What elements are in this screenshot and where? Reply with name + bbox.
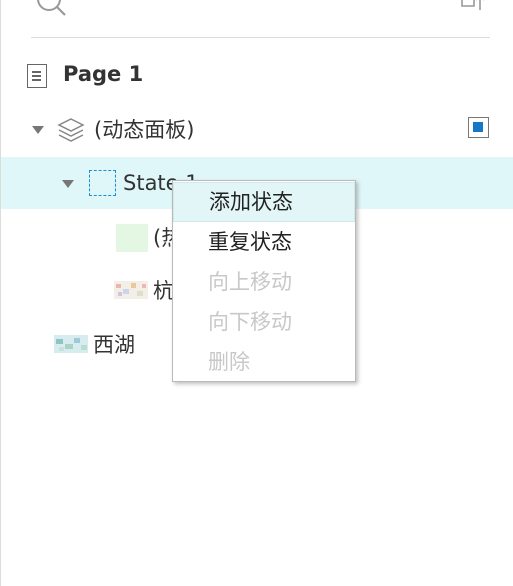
layers-icon (57, 117, 85, 147)
dynamic-panel-label: (动态面板) (94, 118, 195, 142)
sort-icon[interactable] (458, 0, 488, 20)
menu-item-delete[interactable]: 删除 (173, 342, 355, 382)
image-thumbnail-icon (114, 281, 148, 299)
tree-item-dynamic-panel[interactable]: (动态面板) (1, 103, 513, 155)
page-icon (27, 64, 47, 88)
hotspot-icon (116, 224, 148, 252)
menu-item-move-down[interactable]: 向下移动 (173, 302, 355, 342)
menu-item-move-up[interactable]: 向上移动 (173, 262, 355, 302)
menu-item-duplicate-state[interactable]: 重复状态 (173, 222, 355, 262)
toolbar-divider (31, 37, 490, 38)
image-label: 杭 (153, 279, 174, 303)
page-label: Page 1 (63, 62, 144, 86)
tree-item-page[interactable]: Page 1 (1, 48, 513, 100)
context-menu: 添加状态 重复状态 向上移动 向下移动 删除 (172, 180, 356, 382)
dashed-box-icon (89, 170, 116, 196)
menu-item-add-state[interactable]: 添加状态 (173, 182, 355, 222)
west-lake-label: 西湖 (93, 333, 135, 357)
expand-caret-icon[interactable] (32, 126, 44, 134)
search-icon[interactable] (36, 0, 70, 24)
expand-caret-icon[interactable] (62, 180, 74, 188)
pin-checkbox-icon[interactable] (468, 117, 489, 138)
image-thumbnail-icon (54, 335, 88, 353)
